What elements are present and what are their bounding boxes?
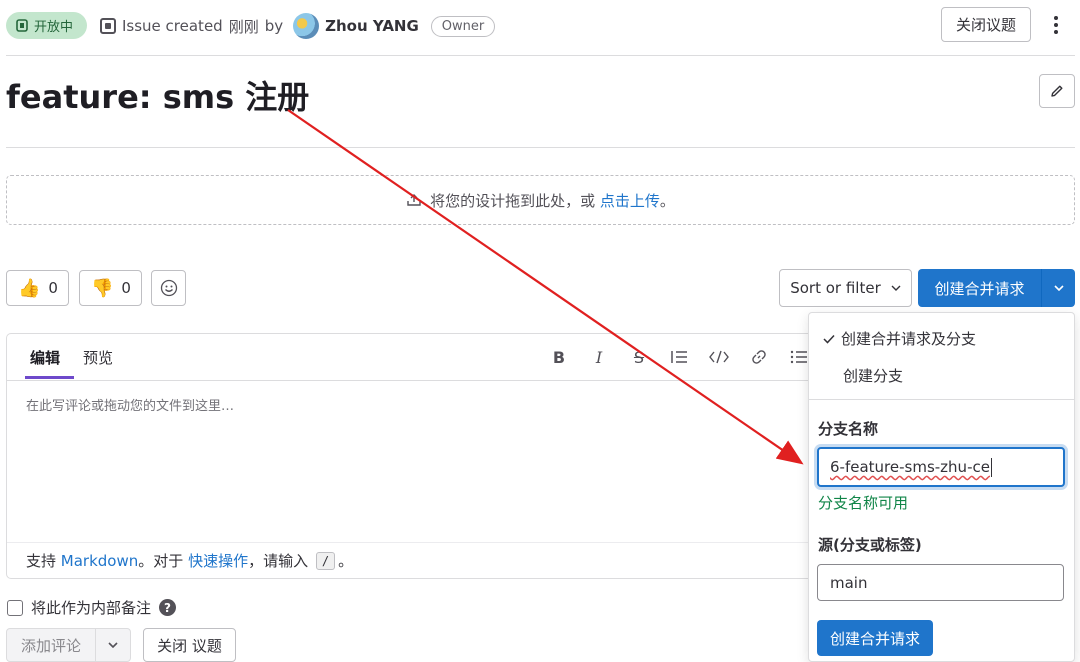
author-link[interactable]: Zhou YANG <box>325 17 419 35</box>
divider <box>6 147 1075 148</box>
source-input[interactable]: main <box>817 564 1064 601</box>
branch-name-input[interactable]: 6-feature-sms-zhu-ce <box>817 447 1065 487</box>
close-issue-button[interactable]: 关闭议题 <box>941 7 1031 42</box>
divider <box>6 55 1075 56</box>
dropdown-create-mr-button[interactable]: 创建合并请求 <box>817 620 933 656</box>
meta-time: 刚刚 <box>228 17 259 36</box>
divider <box>7 542 825 543</box>
quick-actions-link[interactable]: 快速操作 <box>188 550 248 571</box>
create-merge-request-button[interactable]: 创建合并请求 <box>918 269 1041 307</box>
dropzone-text: 将您的设计拖到此处，或 <box>430 191 596 210</box>
comment-textarea[interactable]: 在此写评论或拖动您的文件到这里… <box>26 395 234 414</box>
question-icon[interactable]: ? <box>159 599 177 616</box>
thumbs-up-button[interactable]: 👍 0 <box>6 270 69 306</box>
strikethrough-icon[interactable]: S <box>628 346 650 368</box>
role-badge: Owner <box>430 15 496 37</box>
add-comment-button[interactable]: 添加评论 <box>6 628 96 662</box>
thumbs-down-count: 0 <box>121 279 131 297</box>
active-tab-indicator <box>25 376 74 379</box>
thumbs-up-count: 0 <box>48 279 58 297</box>
markdown-link[interactable]: Markdown <box>61 552 138 570</box>
thumbs-up-icon: 👍 <box>18 277 41 299</box>
add-reaction-button[interactable] <box>151 270 186 306</box>
branch-name-label: 分支名称 <box>818 420 879 438</box>
tab-edit[interactable]: 编辑 <box>30 347 60 368</box>
internal-note-option[interactable]: 将此作为内部备注 ? <box>7 597 177 618</box>
divider <box>809 399 1074 400</box>
branch-valid-message: 分支名称可用 <box>818 494 909 512</box>
bullet-list-icon[interactable] <box>668 346 690 368</box>
issue-open-icon <box>16 19 28 32</box>
page-title: feature: sms 注册 <box>6 78 310 116</box>
avatar[interactable] <box>293 13 320 39</box>
sort-filter-button[interactable]: Sort or filter <box>779 269 912 307</box>
check-icon <box>823 334 835 344</box>
pencil-icon <box>1051 85 1063 97</box>
close-issue-bottom-button[interactable]: 关闭 议题 <box>143 628 236 662</box>
help-mid2: ，请输入 <box>248 552 309 570</box>
status-text: 开放中 <box>34 20 74 35</box>
chevron-down-icon <box>891 285 901 291</box>
smiley-icon <box>160 279 177 297</box>
create-mr-toggle-button[interactable] <box>1041 269 1075 307</box>
slash-key: / <box>315 551 336 570</box>
code-icon[interactable] <box>708 346 730 368</box>
help-suffix: 。 <box>338 552 354 570</box>
internal-note-label: 将此作为内部备注 <box>31 599 152 617</box>
link-icon[interactable] <box>748 346 770 368</box>
upload-link[interactable]: 点击上传 <box>600 192 660 210</box>
branch-name-value: 6-feature-sms-zhu-ce <box>830 458 990 476</box>
design-dropzone[interactable]: 将您的设计拖到此处，或 点击上传。 <box>6 175 1075 225</box>
source-label: 源(分支或标签) <box>818 536 922 554</box>
option-create-mr-and-branch[interactable]: 创建合并请求及分支 <box>823 328 976 349</box>
option-create-branch[interactable]: 创建分支 <box>843 365 903 386</box>
divider <box>7 380 825 381</box>
meta-by: by <box>264 17 284 35</box>
meta-prefix: Issue created <box>122 17 223 35</box>
help-prefix: 支持 <box>26 552 57 570</box>
dropzone-suffix: 。 <box>659 191 675 210</box>
editor-help-text: 支持 Markdown 。对于 快速操作 ，请输入 /。 <box>26 550 353 571</box>
thumbs-down-icon: 👎 <box>91 277 114 299</box>
internal-note-checkbox[interactable] <box>7 599 23 616</box>
issue-meta: Issue created 刚刚 by Zhou YANG Owner <box>100 13 496 39</box>
numbered-list-icon[interactable] <box>788 346 810 368</box>
bold-icon[interactable]: B <box>548 346 570 368</box>
text-cursor <box>990 457 992 477</box>
chevron-down-icon <box>108 642 118 648</box>
thumbs-down-button[interactable]: 👎 0 <box>79 270 142 306</box>
add-comment-toggle[interactable] <box>95 628 131 662</box>
edit-title-button[interactable] <box>1039 74 1075 108</box>
sort-filter-label: Sort or filter <box>790 279 881 297</box>
tab-preview[interactable]: 预览 <box>83 347 113 368</box>
more-actions-icon[interactable] <box>1044 12 1068 38</box>
option-label: 创建合并请求及分支 <box>841 330 977 348</box>
chevron-down-icon <box>1053 285 1064 291</box>
upload-icon <box>407 194 421 206</box>
status-badge: 开放中 <box>6 12 87 39</box>
issue-icon <box>100 18 116 34</box>
italic-icon[interactable]: I <box>588 346 610 368</box>
help-mid: 。对于 <box>138 552 184 570</box>
